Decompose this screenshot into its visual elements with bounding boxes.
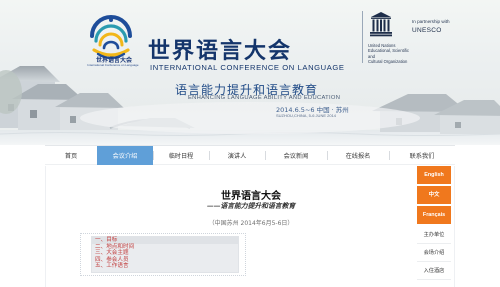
nav-label: 会议介绍 [112, 153, 138, 160]
header-banner: 世界语言大会 International Conference on Langu… [0, 0, 500, 145]
language-button-french[interactable]: Français [417, 206, 451, 224]
logo-caption-en: International Conference on Language [87, 63, 139, 67]
nav-label: 演讲人 [227, 153, 247, 160]
table-of-contents: 一、目标 二、地点和时间 三、大会主题 四、参会人员 五、工作语言 [91, 236, 239, 273]
nav-label: 首页 [64, 153, 78, 160]
nav-item-conference-intro[interactable]: 会议介绍 [97, 146, 153, 165]
nav-item-news[interactable]: 会议新闻 [265, 146, 327, 165]
article-subtitle: ——语言能力提升和语言教育 [206, 202, 296, 210]
language-button-english[interactable]: English [417, 166, 451, 184]
main-content: 世界语言大会 ——语言能力提升和语言教育 （中国苏州 2014年6月5-6日） … [45, 166, 455, 287]
nav-item-home[interactable]: 首页 [45, 146, 97, 165]
partnership-label: In partnership with [412, 19, 450, 24]
nav-label: 临时日程 [168, 153, 194, 160]
conference-subtitle-en: ENHANCING LANGUAGE ABILITY AND EDUCATION [188, 95, 341, 101]
unesco-temple-icon [370, 12, 392, 37]
language-button-chinese[interactable]: 中文 [417, 186, 451, 204]
sidebar-link-venue[interactable]: 会场介绍 [417, 244, 451, 262]
conference-date-en: SUZHOU,CHINA, 5-6 JUNE 2014 [276, 113, 337, 118]
unesco-org-line: Cultural Organization [368, 59, 408, 65]
sidebar-link-hotel[interactable]: 入住酒店 [417, 262, 451, 280]
header-divider [362, 11, 363, 63]
conference-title-en: INTERNATIONAL CONFERENCE ON LANGUAGE [150, 63, 345, 72]
nav-item-contact[interactable]: 联系我们 [389, 146, 455, 165]
right-sidebar: English 中文 Français 主办单位 会场介绍 入住酒店 [417, 166, 451, 287]
partner-name: UNESCO [412, 27, 442, 34]
article-meta: （中国苏州 2014年6月5-6日） [208, 220, 294, 227]
sidebar-link-organizers[interactable]: 主办单位 [417, 226, 451, 244]
nav-item-schedule[interactable]: 临时日程 [153, 146, 209, 165]
nav-item-speakers[interactable]: 演讲人 [209, 146, 265, 165]
nav-label: 联系我们 [409, 153, 435, 160]
unesco-org-line: Educational, Scientific and [368, 48, 409, 59]
toc-item[interactable]: 五、工作语言 [92, 263, 238, 270]
nav-label: 会议新闻 [283, 153, 309, 160]
nav-label: 在线报名 [345, 153, 371, 160]
nav-item-registration[interactable]: 在线报名 [327, 146, 389, 165]
main-nav: 首页 会议介绍 临时日程 演讲人 会议新闻 在线报名 联系我们 [45, 145, 455, 165]
unesco-organization-name: United Nations Educational, Scientific a… [368, 43, 416, 65]
conference-title-cn: 世界语言大会 [148, 39, 293, 64]
